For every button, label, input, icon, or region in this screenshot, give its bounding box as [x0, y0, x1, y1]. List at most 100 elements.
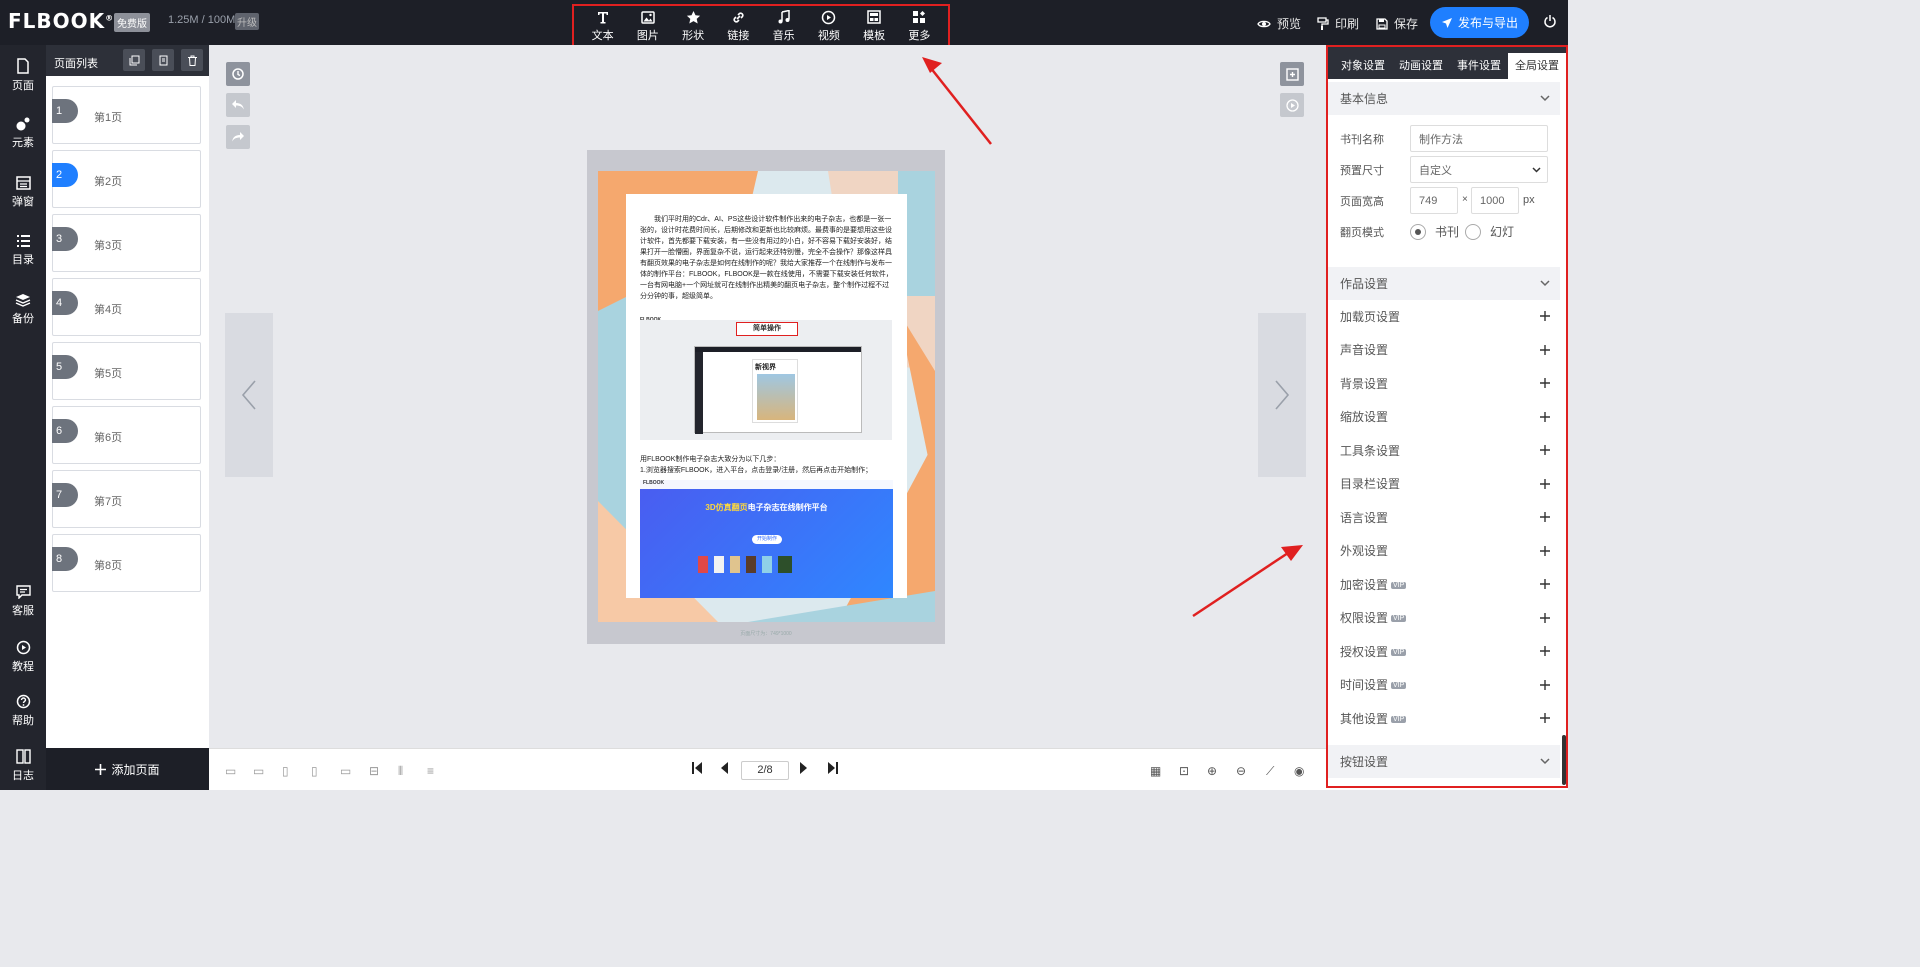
distribute-v-icon[interactable]: ≡ — [427, 764, 434, 778]
scrollbar[interactable] — [1562, 735, 1566, 785]
settings-item[interactable]: 目录栏设置 — [1340, 474, 1550, 494]
zoom-in-icon[interactable]: ⊕ — [1207, 764, 1217, 778]
music-icon — [777, 9, 791, 26]
settings-item[interactable]: 外观设置 — [1340, 541, 1550, 561]
settings-item[interactable]: 权限设置 VIP — [1340, 608, 1550, 628]
redo-button[interactable] — [226, 125, 250, 149]
left-nav: 页面 元素 弹窗 目录 备份 客服 教程 帮助 日志 — [0, 45, 46, 790]
save-button[interactable]: 保存 — [1376, 15, 1418, 32]
flip-mode-slide-radio[interactable]: 幻灯 — [1465, 223, 1514, 240]
nav-help[interactable]: 帮助 — [0, 694, 46, 728]
intro-paragraph[interactable]: 我们平时用的Cdr、AI、PS这些设计软件制作出来的电子杂志，也都是一张一张的，… — [640, 214, 895, 302]
distribute-h-icon[interactable]: ⫴ — [398, 764, 403, 779]
last-page-button[interactable] — [827, 761, 839, 778]
settings-item[interactable]: 语言设置 — [1340, 507, 1550, 527]
page-thumbnail[interactable]: 4 第4页 — [52, 278, 201, 336]
settings-item[interactable]: 声音设置 — [1340, 340, 1550, 360]
screenshot-image-1[interactable]: 简单操作 新视界 — [640, 320, 892, 440]
button-settings-header[interactable]: 按钮设置 — [1328, 745, 1560, 778]
toolbar-link-button[interactable]: 链接 — [717, 6, 759, 45]
preset-size-select[interactable]: 自定义 — [1410, 156, 1548, 183]
page-indicator-input[interactable]: 2/8 — [741, 761, 789, 780]
settings-item[interactable]: 加载页设置 — [1340, 306, 1550, 326]
toolbar-music-button[interactable]: 音乐 — [763, 6, 805, 45]
page-thumbnail[interactable]: 7 第7页 — [52, 470, 201, 528]
first-page-button[interactable] — [691, 761, 703, 778]
thumbnail-view-icon[interactable]: ▦ — [1150, 764, 1161, 778]
play-button[interactable] — [1280, 93, 1304, 117]
nav-page[interactable]: 页面 — [0, 58, 46, 93]
add-page-button[interactable]: 添加页面 — [46, 748, 209, 790]
preview-button[interactable]: 预览 — [1257, 15, 1301, 32]
toolbar-image-button[interactable]: 图片 — [627, 6, 669, 45]
page-width-input[interactable]: 749 — [1410, 187, 1458, 214]
nav-support[interactable]: 客服 — [0, 585, 46, 618]
zoom-out-icon[interactable]: ⊖ — [1236, 764, 1246, 778]
publish-export-button[interactable]: 发布与导出 — [1430, 7, 1529, 38]
fit-screen-icon[interactable]: ⊡ — [1179, 764, 1189, 778]
page-thumbnail[interactable]: 5 第5页 — [52, 342, 201, 400]
page-thumbnail[interactable]: 8 第8页 — [52, 534, 201, 592]
toolbar-template-button[interactable]: 模板 — [853, 6, 895, 45]
toolbar-shape-button[interactable]: 形状 — [672, 6, 714, 45]
ruler-icon[interactable]: ⟋ — [1266, 764, 1274, 779]
nav-toc[interactable]: 目录 — [0, 234, 46, 267]
page-content[interactable]: 我们平时用的Cdr、AI、PS这些设计软件制作出来的电子杂志，也都是一张一张的，… — [598, 171, 935, 622]
tab-animation-settings[interactable]: 动画设置 — [1392, 53, 1450, 79]
settings-item[interactable]: 时间设置 VIP — [1340, 675, 1550, 695]
magazine-title: 新视界 — [755, 364, 776, 371]
settings-item[interactable]: 工具条设置 — [1340, 440, 1550, 460]
nav-backup[interactable]: 备份 — [0, 293, 46, 326]
settings-item[interactable]: 加密设置 VIP — [1340, 574, 1550, 594]
nav-tutorial[interactable]: 教程 — [0, 640, 46, 674]
settings-item[interactable]: 授权设置 VIP — [1340, 641, 1550, 661]
toolbar-more-button[interactable]: 更多 — [898, 6, 940, 45]
page-thumbnail[interactable]: 6 第6页 — [52, 406, 201, 464]
nav-log[interactable]: 日志 — [0, 749, 46, 783]
page-height-input[interactable]: 1000 — [1471, 187, 1519, 214]
history-button[interactable] — [226, 62, 250, 86]
tab-global-settings[interactable]: 全局设置 — [1508, 53, 1566, 79]
page-thumbnail[interactable]: 2 第2页 — [52, 150, 201, 208]
settings-item[interactable]: 背景设置 — [1340, 373, 1550, 393]
grid-icon[interactable]: ◉ — [1294, 764, 1304, 778]
nav-popup[interactable]: 弹窗 — [0, 176, 46, 209]
add-layer-button[interactable] — [1280, 62, 1304, 86]
delete-page-button[interactable] — [181, 49, 203, 71]
align-middle-icon[interactable]: ▭ — [340, 764, 351, 778]
toolbar-text-button[interactable]: 文本 — [582, 6, 624, 45]
paste-page-button[interactable] — [152, 49, 174, 71]
works-settings-header[interactable]: 作品设置 — [1328, 267, 1560, 300]
tab-event-settings[interactable]: 事件设置 — [1450, 53, 1508, 79]
book-name-input[interactable]: 制作方法 — [1410, 125, 1548, 152]
basic-info-header[interactable]: 基本信息 — [1328, 82, 1560, 115]
align-center-icon[interactable]: ▭ — [253, 764, 264, 778]
copy-page-button[interactable] — [123, 49, 145, 71]
text-block[interactable]: 我们平时用的Cdr、AI、PS这些设计软件制作出来的电子杂志，也都是一张一张的，… — [626, 194, 907, 598]
prev-page-button[interactable] — [719, 761, 729, 778]
settings-item[interactable]: 缩放设置 — [1340, 407, 1550, 427]
align-bottom-icon[interactable]: ⊟ — [369, 764, 379, 778]
toolbar-video-button[interactable]: 视频 — [808, 6, 850, 45]
next-page-arrow[interactable] — [1258, 313, 1306, 477]
page-thumbnail[interactable]: 1 第1页 — [52, 86, 201, 144]
next-page-button[interactable] — [799, 761, 809, 778]
tab-object-settings[interactable]: 对象设置 — [1334, 53, 1392, 79]
prev-page-arrow[interactable] — [225, 313, 273, 477]
print-button[interactable]: 印刷 — [1317, 15, 1359, 32]
more-icon — [912, 9, 926, 26]
align-top-icon[interactable]: ▯ — [311, 764, 318, 778]
chevron-right-icon — [1275, 380, 1290, 410]
upgrade-button[interactable]: 升级 — [235, 13, 259, 30]
nav-elements[interactable]: 元素 — [0, 117, 46, 150]
settings-item[interactable]: 其他设置 VIP — [1340, 708, 1550, 728]
align-right-icon[interactable]: ▯ — [282, 764, 289, 778]
screenshot-image-2[interactable]: FLBOOK 3D仿真翻页电子杂志在线制作平台 开始制作 — [640, 480, 893, 598]
align-left-icon[interactable]: ▭ — [225, 764, 236, 778]
toolbar-label: 形状 — [682, 29, 705, 42]
page-thumbnail[interactable]: 3 第3页 — [52, 214, 201, 272]
power-icon[interactable] — [1543, 14, 1557, 31]
undo-button[interactable] — [226, 93, 250, 117]
plan-badge: 免费版 — [114, 13, 150, 32]
flip-mode-book-radio[interactable]: 书刊 — [1410, 223, 1459, 240]
